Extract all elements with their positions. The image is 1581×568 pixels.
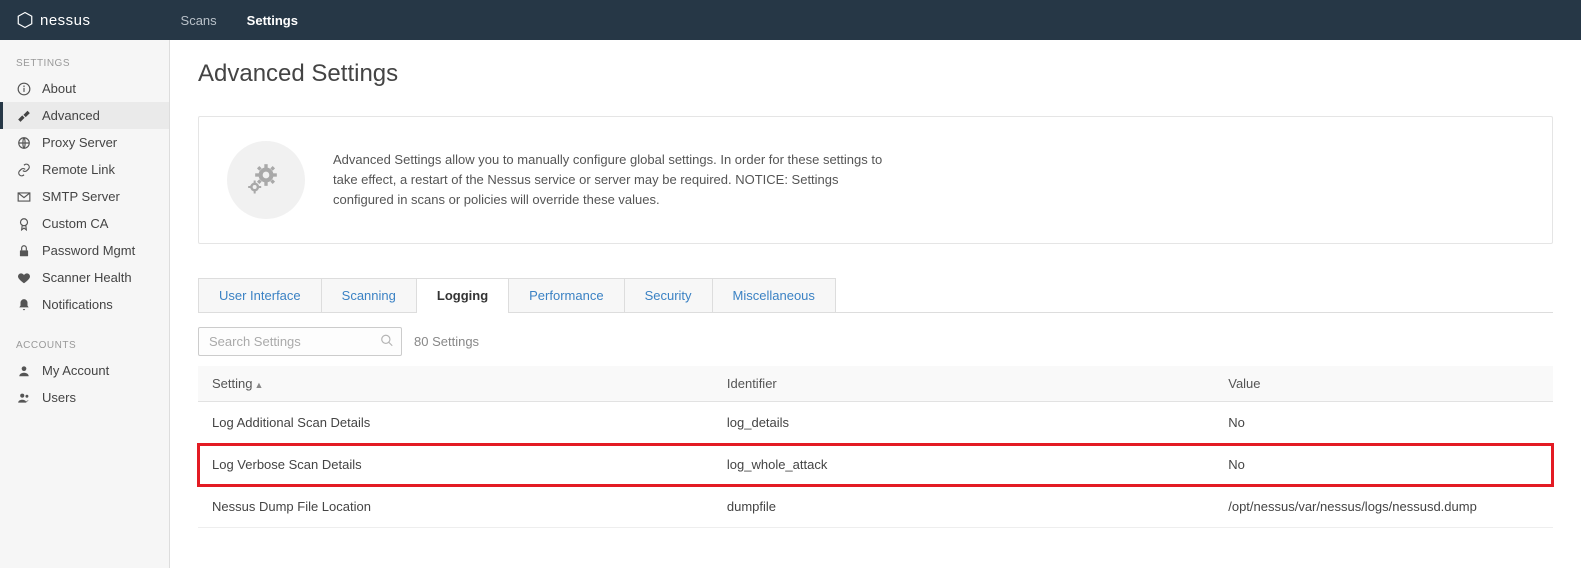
certificate-icon: [16, 217, 32, 231]
search-icon: [380, 333, 394, 350]
brand-text: nessus: [40, 12, 91, 29]
table-row[interactable]: Log Additional Scan Details log_details …: [198, 402, 1553, 444]
sidebar-item-remote[interactable]: Remote Link: [0, 156, 169, 183]
search-input[interactable]: [198, 327, 402, 356]
user-icon: [16, 364, 32, 378]
nav-scans[interactable]: Scans: [181, 13, 217, 28]
sidebar-item-label: Notifications: [42, 297, 113, 312]
sidebar-item-label: SMTP Server: [42, 189, 120, 204]
nessus-logo-icon: [16, 11, 34, 29]
sidebar-item-label: Advanced: [42, 108, 100, 123]
tab-security[interactable]: Security: [624, 278, 713, 312]
sidebar-item-label: Remote Link: [42, 162, 115, 177]
nav-settings[interactable]: Settings: [247, 13, 298, 28]
top-nav-links: Scans Settings: [181, 13, 298, 28]
tools-icon: [16, 109, 32, 123]
sidebar-item-users[interactable]: Users: [0, 384, 169, 411]
top-nav: nessus Scans Settings: [0, 0, 1581, 40]
sidebar-item-label: About: [42, 81, 76, 96]
sidebar-item-customca[interactable]: Custom CA: [0, 210, 169, 237]
sidebar-item-notifications[interactable]: Notifications: [0, 291, 169, 318]
banner-text: Advanced Settings allow you to manually …: [333, 150, 893, 210]
sort-asc-icon: ▲: [254, 380, 263, 390]
lock-icon: [16, 244, 32, 258]
settings-table: Setting▲ Identifier Value Log Additional…: [198, 366, 1553, 528]
sidebar-item-health[interactable]: Scanner Health: [0, 264, 169, 291]
sidebar-section-settings: SETTINGS: [0, 54, 169, 75]
page-title: Advanced Settings: [198, 60, 1553, 88]
cell-identifier: log_whole_attack: [713, 444, 1214, 486]
heartbeat-icon: [16, 271, 32, 285]
sidebar-section-accounts: ACCOUNTS: [0, 336, 169, 357]
main-content: Advanced Settings: [170, 40, 1581, 568]
th-value[interactable]: Value: [1214, 366, 1553, 402]
th-setting[interactable]: Setting▲: [198, 366, 713, 402]
tab-user-interface[interactable]: User Interface: [198, 278, 322, 312]
users-icon: [16, 391, 32, 405]
link-icon: [16, 163, 32, 177]
info-icon: [16, 82, 32, 96]
brand-logo[interactable]: nessus: [16, 11, 91, 29]
search-row: 80 Settings: [198, 327, 1553, 356]
info-banner: Advanced Settings allow you to manually …: [198, 116, 1553, 244]
sidebar-item-label: Users: [42, 390, 76, 405]
cell-value: /opt/nessus/var/nessus/logs/nessusd.dump: [1214, 486, 1553, 528]
sidebar-item-proxy[interactable]: Proxy Server: [0, 129, 169, 156]
tab-miscellaneous[interactable]: Miscellaneous: [712, 278, 836, 312]
cell-identifier: log_details: [713, 402, 1214, 444]
cell-setting: Nessus Dump File Location: [198, 486, 713, 528]
sidebar-item-label: Proxy Server: [42, 135, 117, 150]
cell-identifier: dumpfile: [713, 486, 1214, 528]
tabs: User Interface Scanning Logging Performa…: [198, 278, 1553, 313]
sidebar-item-label: Password Mgmt: [42, 243, 135, 258]
sidebar: SETTINGS About Advanced Proxy Server Rem…: [0, 40, 170, 568]
bell-icon: [16, 298, 32, 312]
sidebar-item-label: My Account: [42, 363, 109, 378]
th-identifier[interactable]: Identifier: [713, 366, 1214, 402]
cell-value: No: [1214, 444, 1553, 486]
cell-setting: Log Additional Scan Details: [198, 402, 713, 444]
table-row-highlighted[interactable]: Log Verbose Scan Details log_whole_attac…: [198, 444, 1553, 486]
sidebar-item-label: Scanner Health: [42, 270, 132, 285]
cell-value: No: [1214, 402, 1553, 444]
sidebar-item-advanced[interactable]: Advanced: [0, 102, 169, 129]
tab-logging[interactable]: Logging: [416, 278, 509, 312]
globe-icon: [16, 136, 32, 150]
sidebar-item-about[interactable]: About: [0, 75, 169, 102]
gears-icon: [227, 141, 305, 219]
sidebar-item-smtp[interactable]: SMTP Server: [0, 183, 169, 210]
mail-icon: [16, 190, 32, 204]
settings-count: 80 Settings: [414, 334, 479, 349]
table-row[interactable]: Nessus Dump File Location dumpfile /opt/…: [198, 486, 1553, 528]
cell-setting: Log Verbose Scan Details: [198, 444, 713, 486]
tab-performance[interactable]: Performance: [508, 278, 624, 312]
tab-scanning[interactable]: Scanning: [321, 278, 417, 312]
sidebar-item-password[interactable]: Password Mgmt: [0, 237, 169, 264]
sidebar-item-label: Custom CA: [42, 216, 108, 231]
sidebar-item-myaccount[interactable]: My Account: [0, 357, 169, 384]
